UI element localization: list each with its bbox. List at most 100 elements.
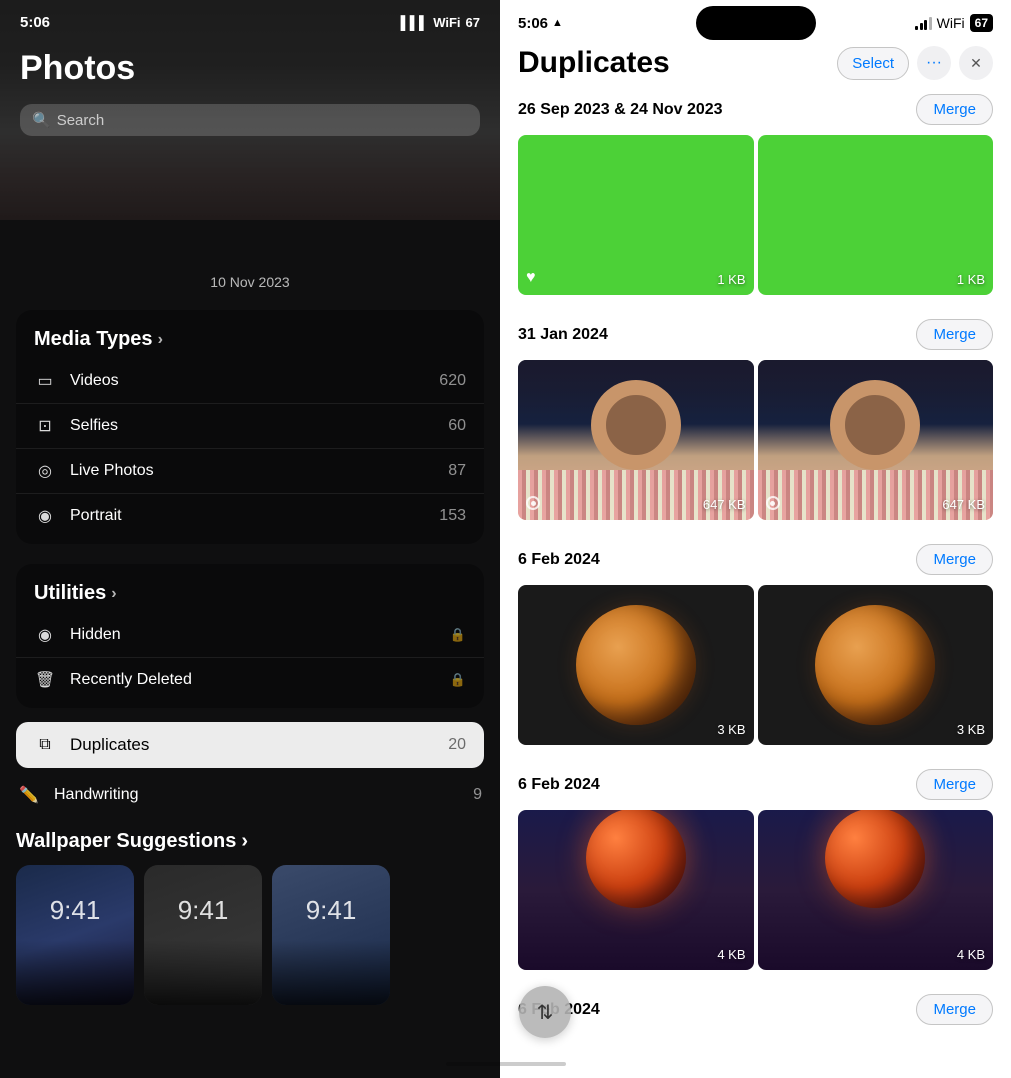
merge-button-2[interactable]: Merge — [916, 319, 993, 350]
live-icon-2b — [766, 496, 782, 512]
photo-size-2b: 647 KB — [942, 497, 985, 512]
group-header-4: 6 Feb 2024 Merge — [518, 769, 993, 800]
wallpaper-chevron: › — [241, 830, 248, 853]
sidebar-item-portrait[interactable]: ◉ Portrait 153 — [16, 494, 484, 538]
sidebar-item-hidden[interactable]: ◉ Hidden 🔒 — [16, 613, 484, 658]
photo-size-3a: 3 KB — [717, 722, 745, 737]
videos-icon: ▭ — [34, 371, 56, 391]
merge-button-1[interactable]: Merge — [916, 94, 993, 125]
wallpaper-thumb-2[interactable]: 9:41 — [144, 865, 262, 1005]
nav-actions: Select ··· ✕ — [837, 46, 993, 80]
utilities-section: Utilities › ◉ Hidden 🔒 🗑 Recently Delete… — [16, 564, 484, 708]
scroll-icon: ⇅ — [537, 1000, 554, 1025]
photo-thumb-3b[interactable]: 3 KB — [758, 585, 994, 745]
utilities-title[interactable]: Utilities › — [16, 570, 484, 613]
photo-size-4b: 4 KB — [957, 947, 985, 962]
group-date-3: 6 Feb 2024 — [518, 551, 600, 569]
media-types-title[interactable]: Media Types › — [16, 316, 484, 359]
close-icon: ✕ — [970, 55, 982, 72]
group-header-5: 6 Feb 2024 Merge — [518, 994, 993, 1025]
photo-pair-3: 3 KB 3 KB — [518, 585, 993, 745]
merge-button-3[interactable]: Merge — [916, 544, 993, 575]
videos-label: Videos — [70, 372, 439, 390]
wallpaper-title[interactable]: Wallpaper Suggestions › — [16, 830, 484, 853]
duplicates-list[interactable]: 26 Sep 2023 & 24 Nov 2023 Merge ♥ 1 KB 1… — [500, 94, 1011, 1078]
recently-deleted-lock-icon: 🔒 — [450, 672, 466, 688]
wallpaper-thumb-1[interactable]: 9:41 — [16, 865, 134, 1005]
duplicate-group-5: 6 Feb 2024 Merge — [518, 994, 993, 1025]
merge-button-4[interactable]: Merge — [916, 769, 993, 800]
photo-thumb-1a[interactable]: ♥ 1 KB — [518, 135, 754, 295]
duplicate-group-4: 6 Feb 2024 Merge 4 KB 4 KB — [518, 769, 993, 970]
left-status-bar: 5:06 ▌▌▌ WiFi 67 — [0, 0, 500, 39]
portrait-label: Portrait — [70, 507, 439, 525]
wallpaper-thumb-3[interactable]: 9:41 — [272, 865, 390, 1005]
hidden-icon: ◉ — [34, 625, 56, 645]
group-header-1: 26 Sep 2023 & 24 Nov 2023 Merge — [518, 94, 993, 125]
photo-pair-4: 4 KB 4 KB — [518, 810, 993, 970]
videos-count: 620 — [439, 372, 466, 390]
right-time: 5:06 — [518, 15, 548, 32]
photo-thumb-4b[interactable]: 4 KB — [758, 810, 994, 970]
sidebar-item-videos[interactable]: ▭ Videos 620 — [16, 359, 484, 404]
photo-size-1a: 1 KB — [717, 272, 745, 287]
live-photos-label: Live Photos — [70, 462, 448, 480]
face-2b — [830, 380, 920, 470]
sidebar-item-recently-deleted[interactable]: 🗑 Recently Deleted 🔒 — [16, 658, 484, 702]
photo-thumb-2b[interactable]: 647 KB — [758, 360, 994, 520]
photos-title: Photos — [20, 49, 480, 88]
red-planet-4a — [586, 810, 686, 908]
scroll-to-top-button[interactable]: ⇅ — [519, 986, 571, 1038]
group-header-2: 31 Jan 2024 Merge — [518, 319, 993, 350]
photo-size-1b: 1 KB — [957, 272, 985, 287]
portrait-count: 153 — [439, 507, 466, 525]
right-status-left: 5:06 ▲ — [518, 15, 563, 32]
search-icon: 🔍 — [32, 111, 51, 129]
search-label: Search — [57, 112, 105, 129]
left-panel: 5:06 ▌▌▌ WiFi 67 Photos 🔍 Search 10 Nov … — [0, 0, 500, 1078]
photo-thumb-3a[interactable]: 3 KB — [518, 585, 754, 745]
more-icon: ··· — [926, 54, 942, 72]
duplicate-group-3: 6 Feb 2024 Merge 3 KB 3 KB — [518, 544, 993, 745]
photo-thumb-1b[interactable]: 1 KB — [758, 135, 994, 295]
live-icon-2a — [526, 496, 542, 512]
photo-size-4a: 4 KB — [717, 947, 745, 962]
hidden-lock-icon: 🔒 — [450, 627, 466, 643]
left-battery: 67 — [466, 15, 480, 30]
duplicates-label: Duplicates — [70, 735, 448, 755]
right-status-bar: 5:06 ▲ WiFi 67 — [500, 0, 1011, 40]
left-content: 5:06 ▌▌▌ WiFi 67 Photos 🔍 Search 10 Nov … — [0, 0, 500, 1078]
merge-button-5[interactable]: Merge — [916, 994, 993, 1025]
planet-3b — [815, 605, 935, 725]
selfies-label: Selfies — [70, 417, 448, 435]
location-arrow-icon: ▲ — [552, 17, 563, 29]
close-button[interactable]: ✕ — [959, 46, 993, 80]
more-button[interactable]: ··· — [917, 46, 951, 80]
photo-thumb-2a[interactable]: 647 KB — [518, 360, 754, 520]
duplicate-group-1: 26 Sep 2023 & 24 Nov 2023 Merge ♥ 1 KB 1… — [518, 94, 993, 295]
photo-thumb-4a[interactable]: 4 KB — [518, 810, 754, 970]
planet-3a — [576, 605, 696, 725]
battery-indicator: 67 — [970, 14, 993, 32]
select-button[interactable]: Select — [837, 47, 909, 80]
red-planet-4b — [825, 810, 925, 908]
media-types-chevron: › — [158, 331, 163, 349]
selfies-count: 60 — [448, 417, 466, 435]
search-bar[interactable]: 🔍 Search — [20, 104, 480, 136]
sidebar-item-selfies[interactable]: ⊡ Selfies 60 — [16, 404, 484, 449]
left-status-right: ▌▌▌ WiFi 67 — [401, 15, 480, 30]
sidebar-item-live-photos[interactable]: ◎ Live Photos 87 — [16, 449, 484, 494]
utilities-chevron: › — [111, 585, 116, 603]
group-date-1: 26 Sep 2023 & 24 Nov 2023 — [518, 101, 723, 119]
handwriting-count: 9 — [473, 786, 482, 804]
group-header-3: 6 Feb 2024 Merge — [518, 544, 993, 575]
heart-icon-1a: ♥ — [526, 269, 536, 287]
sidebar-item-handwriting[interactable]: ✏️ Handwriting 9 — [0, 772, 500, 818]
sidebar-item-duplicates[interactable]: ⧉ Duplicates 20 — [16, 722, 484, 768]
live-photos-icon: ◎ — [34, 461, 56, 481]
live-photos-count: 87 — [448, 462, 466, 480]
recently-deleted-label: Recently Deleted — [70, 671, 446, 689]
notch — [696, 6, 816, 40]
left-signal-icon: ▌▌▌ — [401, 15, 429, 30]
photo-pair-1: ♥ 1 KB 1 KB — [518, 135, 993, 295]
